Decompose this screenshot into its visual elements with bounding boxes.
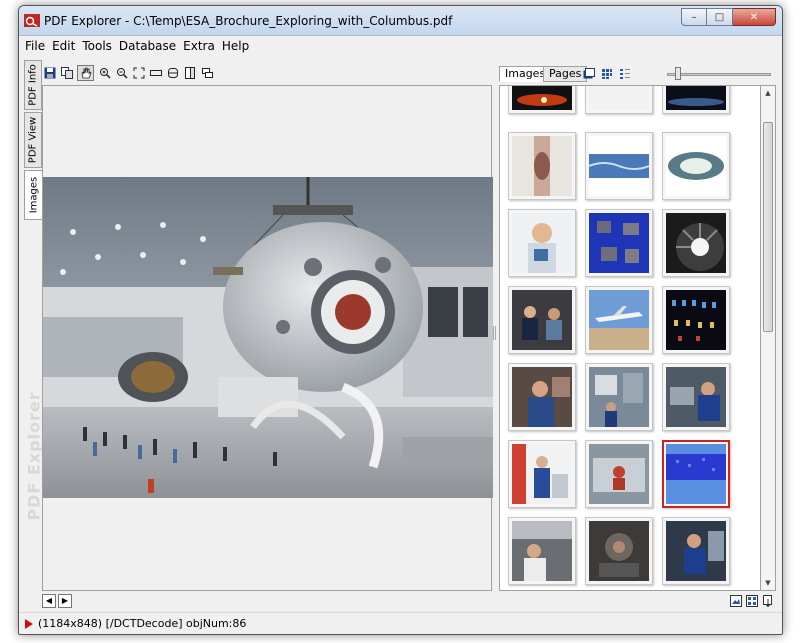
scroll-up-icon[interactable]: ▲	[761, 86, 775, 100]
menu-edit[interactable]: Edit	[52, 39, 75, 53]
extract-icon[interactable]	[761, 595, 774, 608]
pdf-explorer-app-icon	[24, 14, 40, 27]
copy-icon[interactable]	[60, 67, 73, 80]
columbus-module-photo	[43, 177, 493, 498]
thumbnail-item[interactable]	[662, 286, 730, 354]
menu-extra[interactable]: Extra	[183, 39, 215, 53]
menu-database[interactable]: Database	[119, 39, 176, 53]
thumbnail-item[interactable]	[508, 363, 576, 431]
status-bar: (1184x848) [/DCTDecode] objNum:86	[19, 612, 782, 634]
fit-page-icon[interactable]	[132, 67, 145, 80]
close-button[interactable]: ✕	[733, 8, 776, 26]
fit-height-icon[interactable]	[166, 67, 179, 80]
thumbnail-item[interactable]	[662, 517, 730, 585]
zoom-slider-track[interactable]	[667, 73, 771, 76]
hand-tool-icon[interactable]	[77, 65, 94, 81]
thumbnail-item[interactable]	[508, 286, 576, 354]
save-icon[interactable]	[43, 67, 56, 80]
thumbnail-item[interactable]	[508, 440, 576, 508]
list-view-icon[interactable]	[619, 68, 631, 80]
thumbnail-item[interactable]	[662, 132, 730, 200]
title-bar: PDF Explorer - C:\Temp\ESA_Brochure_Expl…	[19, 6, 782, 36]
thumbnail-item[interactable]	[508, 517, 576, 585]
fit-width-icon[interactable]	[149, 67, 162, 80]
tab-images[interactable]: Images	[24, 170, 42, 220]
thumbnail-item[interactable]	[662, 209, 730, 277]
tab-pdf-info-label: PDF Info	[27, 64, 39, 106]
window-title: PDF Explorer - C:\Temp\ESA_Brochure_Expl…	[44, 14, 453, 28]
image-view-icon[interactable]	[583, 68, 595, 80]
thumbnail-item[interactable]	[585, 517, 653, 585]
maximize-button[interactable]: □	[707, 8, 733, 26]
page-layout-icon[interactable]	[183, 67, 196, 80]
status-play-icon	[25, 618, 33, 629]
thumbnail-item[interactable]	[508, 132, 576, 200]
thumbnail-item[interactable]	[508, 209, 576, 277]
thumbnail-item[interactable]	[585, 286, 653, 354]
scrollbar-thumb[interactable]	[763, 122, 773, 332]
thumbnail-item[interactable]	[662, 86, 730, 114]
thumbnail-item[interactable]	[585, 132, 653, 200]
gallery-scrollbar[interactable]: ▲ ▼	[761, 85, 776, 591]
splitter-grip[interactable]	[493, 326, 496, 340]
scroll-down-icon[interactable]: ▼	[761, 576, 775, 590]
rotate-icon[interactable]	[200, 67, 213, 80]
thumbnail-toolbar: Images Pages	[499, 64, 779, 84]
zoom-in-icon[interactable]	[98, 67, 111, 80]
previous-icon[interactable]: ◀	[42, 594, 56, 608]
left-vertical-tabs: PDF Info PDF View Images PDF Explorer	[24, 60, 44, 618]
zoom-slider-thumb[interactable]	[675, 67, 681, 80]
brand-watermark: PDF Explorer	[24, 368, 44, 543]
thumbnail-item[interactable]	[585, 440, 653, 508]
menu-bar: File Edit Tools Database Extra Help	[19, 36, 782, 56]
status-text: (1184x848) [/DCTDecode] objNum:86	[38, 617, 247, 630]
window-controls: – □ ✕	[681, 8, 776, 26]
minimize-button[interactable]: –	[681, 8, 707, 26]
thumbnail-item[interactable]	[585, 86, 653, 114]
next-icon[interactable]: ▶	[58, 594, 72, 608]
thumbnail-item-selected[interactable]	[662, 440, 730, 508]
panel-splitter[interactable]	[492, 60, 497, 591]
tab-pdf-view-label: PDF View	[27, 116, 39, 164]
brand-watermark-text: PDF Explorer	[24, 390, 44, 521]
image-viewer-panel[interactable]	[42, 85, 493, 591]
navigation-bar: ◀ ▶	[37, 594, 777, 612]
save-all-icon[interactable]	[745, 595, 758, 608]
menu-tools[interactable]: Tools	[82, 39, 112, 53]
viewer-toolbar	[43, 64, 493, 82]
tab-images-label: Images	[28, 176, 39, 214]
grid-view-icon[interactable]	[601, 68, 613, 80]
thumbnail-item[interactable]	[662, 363, 730, 431]
zoom-out-icon[interactable]	[115, 67, 128, 80]
menu-help[interactable]: Help	[222, 39, 249, 53]
thumbnail-item[interactable]	[585, 209, 653, 277]
tab-pages[interactable]: Pages	[543, 66, 588, 82]
menu-file[interactable]: File	[25, 39, 45, 53]
export-image-icon[interactable]	[729, 595, 742, 608]
tab-pdf-view[interactable]: PDF View	[24, 112, 42, 168]
tab-pdf-info[interactable]: PDF Info	[24, 60, 42, 110]
thumbnail-item[interactable]	[585, 363, 653, 431]
app-window: PDF Explorer - C:\Temp\ESA_Brochure_Expl…	[18, 5, 783, 635]
thumbnail-item[interactable]	[508, 86, 576, 114]
thumbnail-gallery[interactable]	[499, 85, 761, 591]
